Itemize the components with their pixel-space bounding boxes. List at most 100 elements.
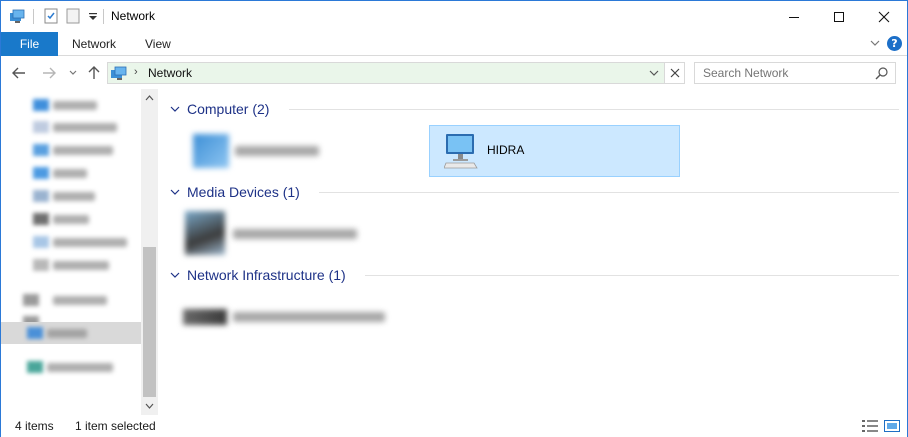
window-title: Network — [111, 9, 156, 23]
obscured-icon — [33, 99, 49, 111]
group-label: Media Devices (1) — [187, 184, 300, 200]
tab-file[interactable]: File — [1, 32, 58, 56]
network-folder-icon[interactable] — [9, 8, 25, 24]
group-header-computer[interactable]: Computer (2) — [169, 99, 899, 119]
group-label: Network Infrastructure (1) — [187, 267, 346, 283]
group-divider — [319, 192, 899, 193]
obscured-icon — [33, 144, 49, 156]
search-icon[interactable] — [875, 66, 889, 80]
details-view-icon[interactable] — [861, 418, 879, 434]
minimize-button[interactable] — [771, 1, 817, 32]
tab-view[interactable]: View — [145, 37, 171, 51]
address-dropdown-icon[interactable] — [648, 67, 660, 79]
network-item[interactable] — [181, 208, 421, 260]
network-icon — [27, 327, 43, 339]
sidebar-scrollbar[interactable] — [141, 89, 158, 415]
title-bar: Network — [1, 1, 907, 32]
obscured-icon — [33, 236, 49, 248]
group-divider — [365, 275, 899, 276]
close-button[interactable] — [861, 1, 907, 32]
scroll-thumb[interactable] — [143, 247, 156, 397]
sidebar-item[interactable] — [1, 231, 141, 253]
breadcrumb-network[interactable]: Network — [148, 66, 192, 80]
toolbar-divider — [33, 9, 34, 24]
sidebar-item[interactable] — [1, 356, 141, 378]
scroll-up-icon[interactable] — [141, 91, 158, 105]
sidebar-item[interactable] — [1, 289, 141, 311]
large-icons-view-icon[interactable] — [883, 418, 901, 434]
chevron-down-icon — [170, 106, 180, 112]
network-location-icon — [110, 65, 128, 81]
expand-ribbon-icon[interactable] — [869, 37, 881, 49]
item-label: HIDRA — [487, 143, 525, 157]
group-header-media-devices[interactable]: Media Devices (1) — [169, 182, 899, 202]
obscured-icon — [27, 361, 43, 373]
chevron-down-icon — [170, 272, 180, 278]
breadcrumb-separator[interactable]: › — [134, 66, 138, 78]
computer-icon — [444, 134, 478, 169]
obscured-icon — [33, 259, 49, 271]
obscured-label — [53, 146, 113, 155]
toolbar-divider — [103, 9, 104, 24]
close-icon — [670, 68, 679, 78]
search-box[interactable] — [694, 62, 896, 84]
obscured-icon — [33, 213, 49, 225]
obscured-label — [53, 261, 109, 270]
navigation-bar: › Network — [1, 57, 907, 89]
network-item-hidra[interactable]: HIDRA — [429, 125, 680, 177]
sidebar-item[interactable] — [1, 94, 141, 116]
obscured-label — [47, 329, 87, 338]
obscured-icon — [33, 167, 49, 179]
back-arrow-icon[interactable] — [11, 65, 27, 81]
status-bar: 4 items 1 item selected — [1, 415, 907, 437]
close-icon — [878, 11, 890, 22]
network-item[interactable] — [181, 291, 421, 343]
chevron-down-icon — [170, 189, 180, 195]
sidebar-item[interactable] — [1, 185, 141, 207]
recent-locations-chevron-icon[interactable] — [65, 65, 81, 81]
customize-dropdown-icon[interactable] — [85, 8, 101, 24]
obscured-label — [233, 312, 385, 322]
obscured-label — [53, 296, 107, 305]
tab-network[interactable]: Network — [72, 37, 116, 51]
forward-arrow-icon[interactable] — [41, 65, 57, 81]
sidebar-item[interactable] — [1, 139, 141, 161]
item-count: 4 items — [15, 419, 54, 433]
search-input[interactable] — [695, 63, 871, 83]
maximize-button[interactable] — [816, 1, 862, 32]
group-label: Computer (2) — [187, 101, 270, 117]
obscured-icon — [33, 121, 49, 133]
clear-address-button[interactable] — [664, 63, 684, 83]
up-arrow-icon[interactable] — [86, 65, 102, 81]
obscured-label — [53, 123, 117, 132]
obscured-label — [53, 169, 87, 178]
scroll-down-icon[interactable] — [141, 399, 158, 413]
obscured-label — [53, 192, 95, 201]
sidebar-item[interactable] — [1, 208, 141, 230]
sidebar-item-network[interactable] — [1, 322, 141, 344]
obscured-icon — [23, 294, 39, 306]
group-divider — [289, 109, 899, 110]
obscured-label — [235, 146, 319, 156]
minimize-icon — [789, 16, 799, 18]
sidebar-item[interactable] — [1, 162, 141, 184]
navigation-pane — [1, 89, 158, 415]
obscured-label — [53, 101, 97, 110]
selection-count: 1 item selected — [75, 419, 156, 433]
obscured-label — [47, 363, 113, 372]
computer-icon — [193, 134, 229, 168]
sidebar-item[interactable] — [1, 116, 141, 138]
properties-icon[interactable] — [43, 8, 59, 24]
ribbon-tabs: File Network View ? — [1, 32, 907, 56]
obscured-icon — [33, 190, 49, 202]
sidebar-item[interactable] — [1, 254, 141, 276]
obscured-label — [233, 229, 357, 239]
router-icon — [183, 309, 227, 325]
address-bar[interactable]: › Network — [107, 62, 685, 84]
group-header-network-infrastructure[interactable]: Network Infrastructure (1) — [169, 265, 899, 285]
new-folder-icon[interactable] — [65, 8, 81, 24]
network-item[interactable] — [181, 125, 421, 177]
maximize-icon — [834, 11, 844, 22]
help-button[interactable]: ? — [887, 36, 902, 51]
obscured-label — [53, 215, 89, 224]
